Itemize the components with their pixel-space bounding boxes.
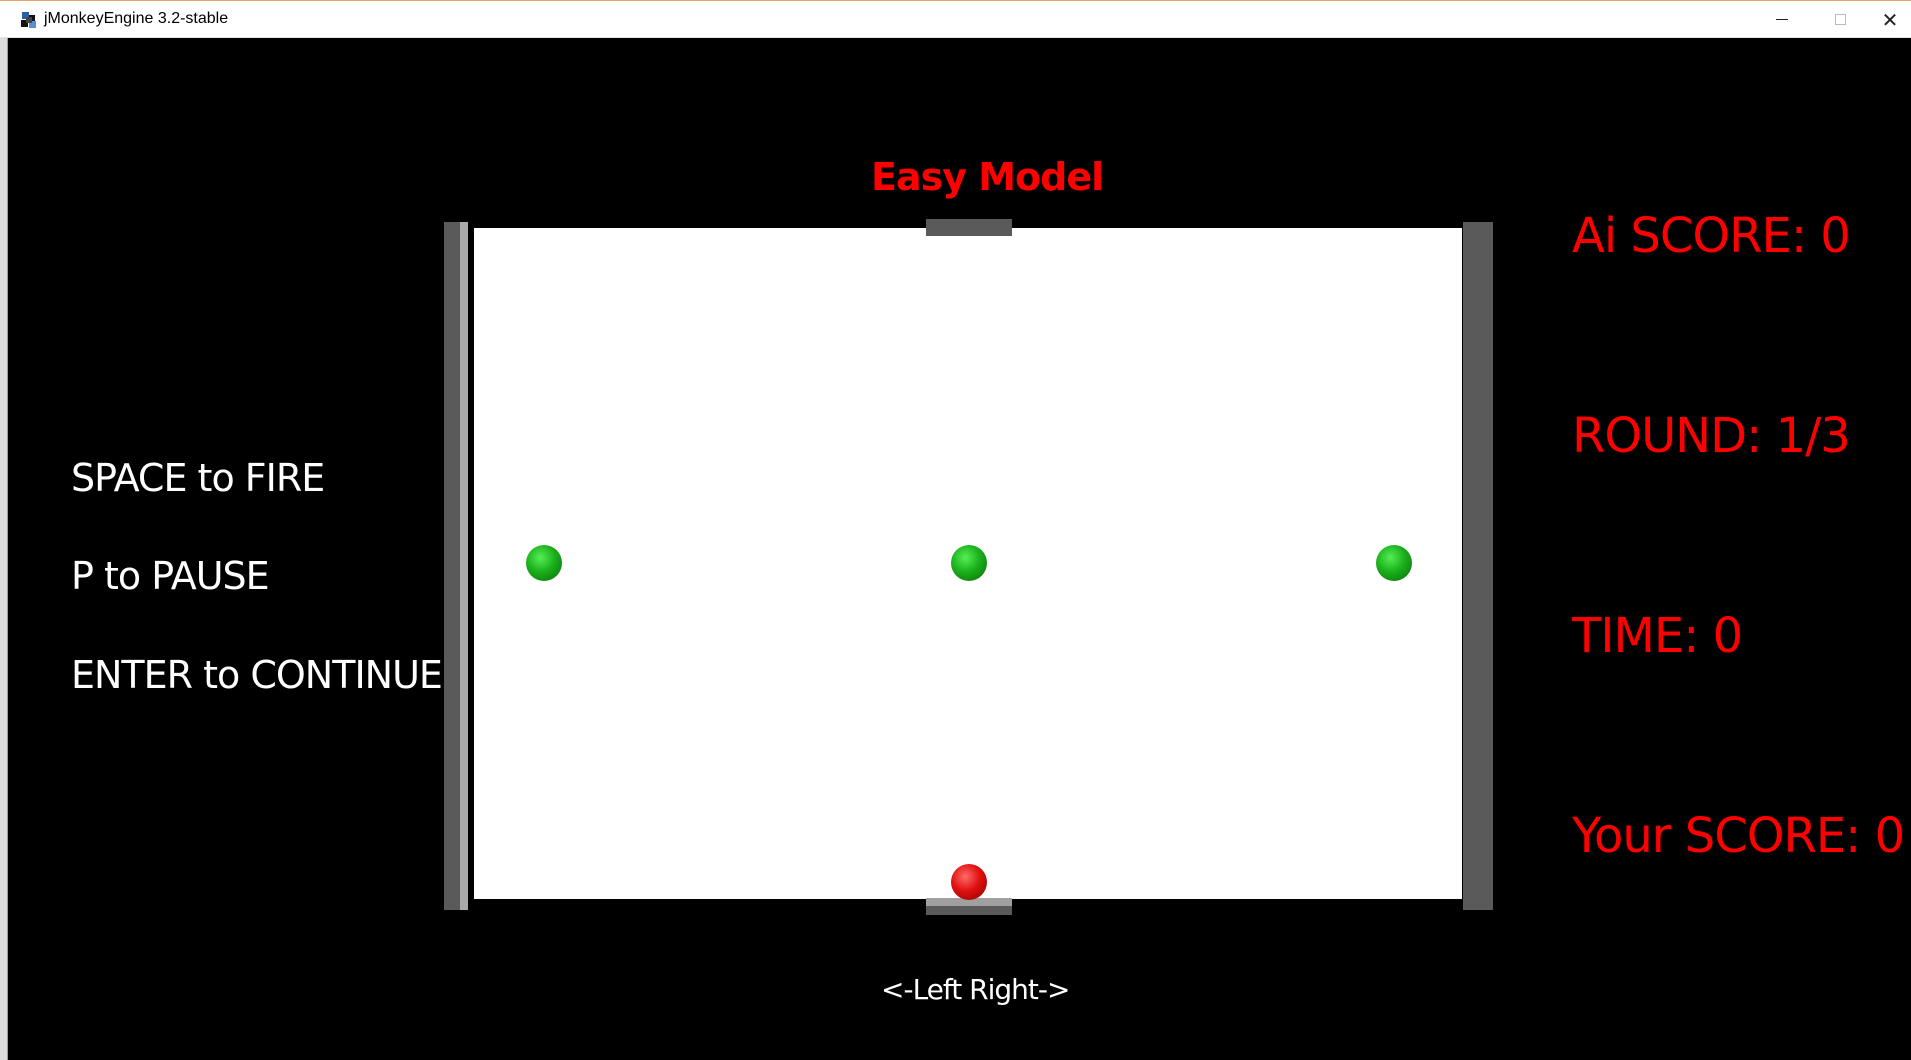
time-label: TIME: 0 xyxy=(1572,608,1743,664)
help-pause: P to PAUSE xyxy=(71,554,270,598)
close-icon: ✕ xyxy=(1881,7,1899,32)
player-paddle xyxy=(926,898,1012,915)
jmonkeyengine-logo-icon xyxy=(21,12,36,28)
minimize-button[interactable] xyxy=(1753,1,1811,38)
ai-paddle xyxy=(926,219,1012,236)
your-score-label: Your SCORE: 0 xyxy=(1572,808,1905,864)
round-label: ROUND: 1/3 xyxy=(1572,408,1851,464)
green-ball-left xyxy=(526,545,562,581)
maximize-button[interactable] xyxy=(1811,1,1869,38)
window-title: jMonkeyEngine 3.2-stable xyxy=(44,10,229,27)
maximize-icon xyxy=(1834,14,1846,25)
help-continue: ENTER to CONTINUE xyxy=(71,653,443,697)
left-right-hint: <-Left Right-> xyxy=(881,973,1070,1006)
mode-title: Easy Model xyxy=(871,155,1104,199)
game-viewport[interactable]: Easy Model Ai SCORE: 0 ROUND: 1/3 TIME: … xyxy=(8,38,1911,1060)
minimize-icon xyxy=(1776,19,1788,20)
green-ball-right xyxy=(1376,545,1412,581)
close-button[interactable]: ✕ xyxy=(1869,1,1911,38)
right-wall xyxy=(1463,222,1493,910)
help-fire: SPACE to FIRE xyxy=(71,456,325,500)
left-wall xyxy=(444,222,468,910)
title-bar[interactable]: jMonkeyEngine 3.2-stable ✕ xyxy=(0,1,1911,38)
green-ball-center xyxy=(951,545,987,581)
ai-score-label: Ai SCORE: 0 xyxy=(1572,208,1851,264)
red-player-ball xyxy=(951,864,987,900)
window-left-edge xyxy=(0,38,8,1060)
app-window: jMonkeyEngine 3.2-stable ✕ Easy Model Ai… xyxy=(0,0,1911,1060)
